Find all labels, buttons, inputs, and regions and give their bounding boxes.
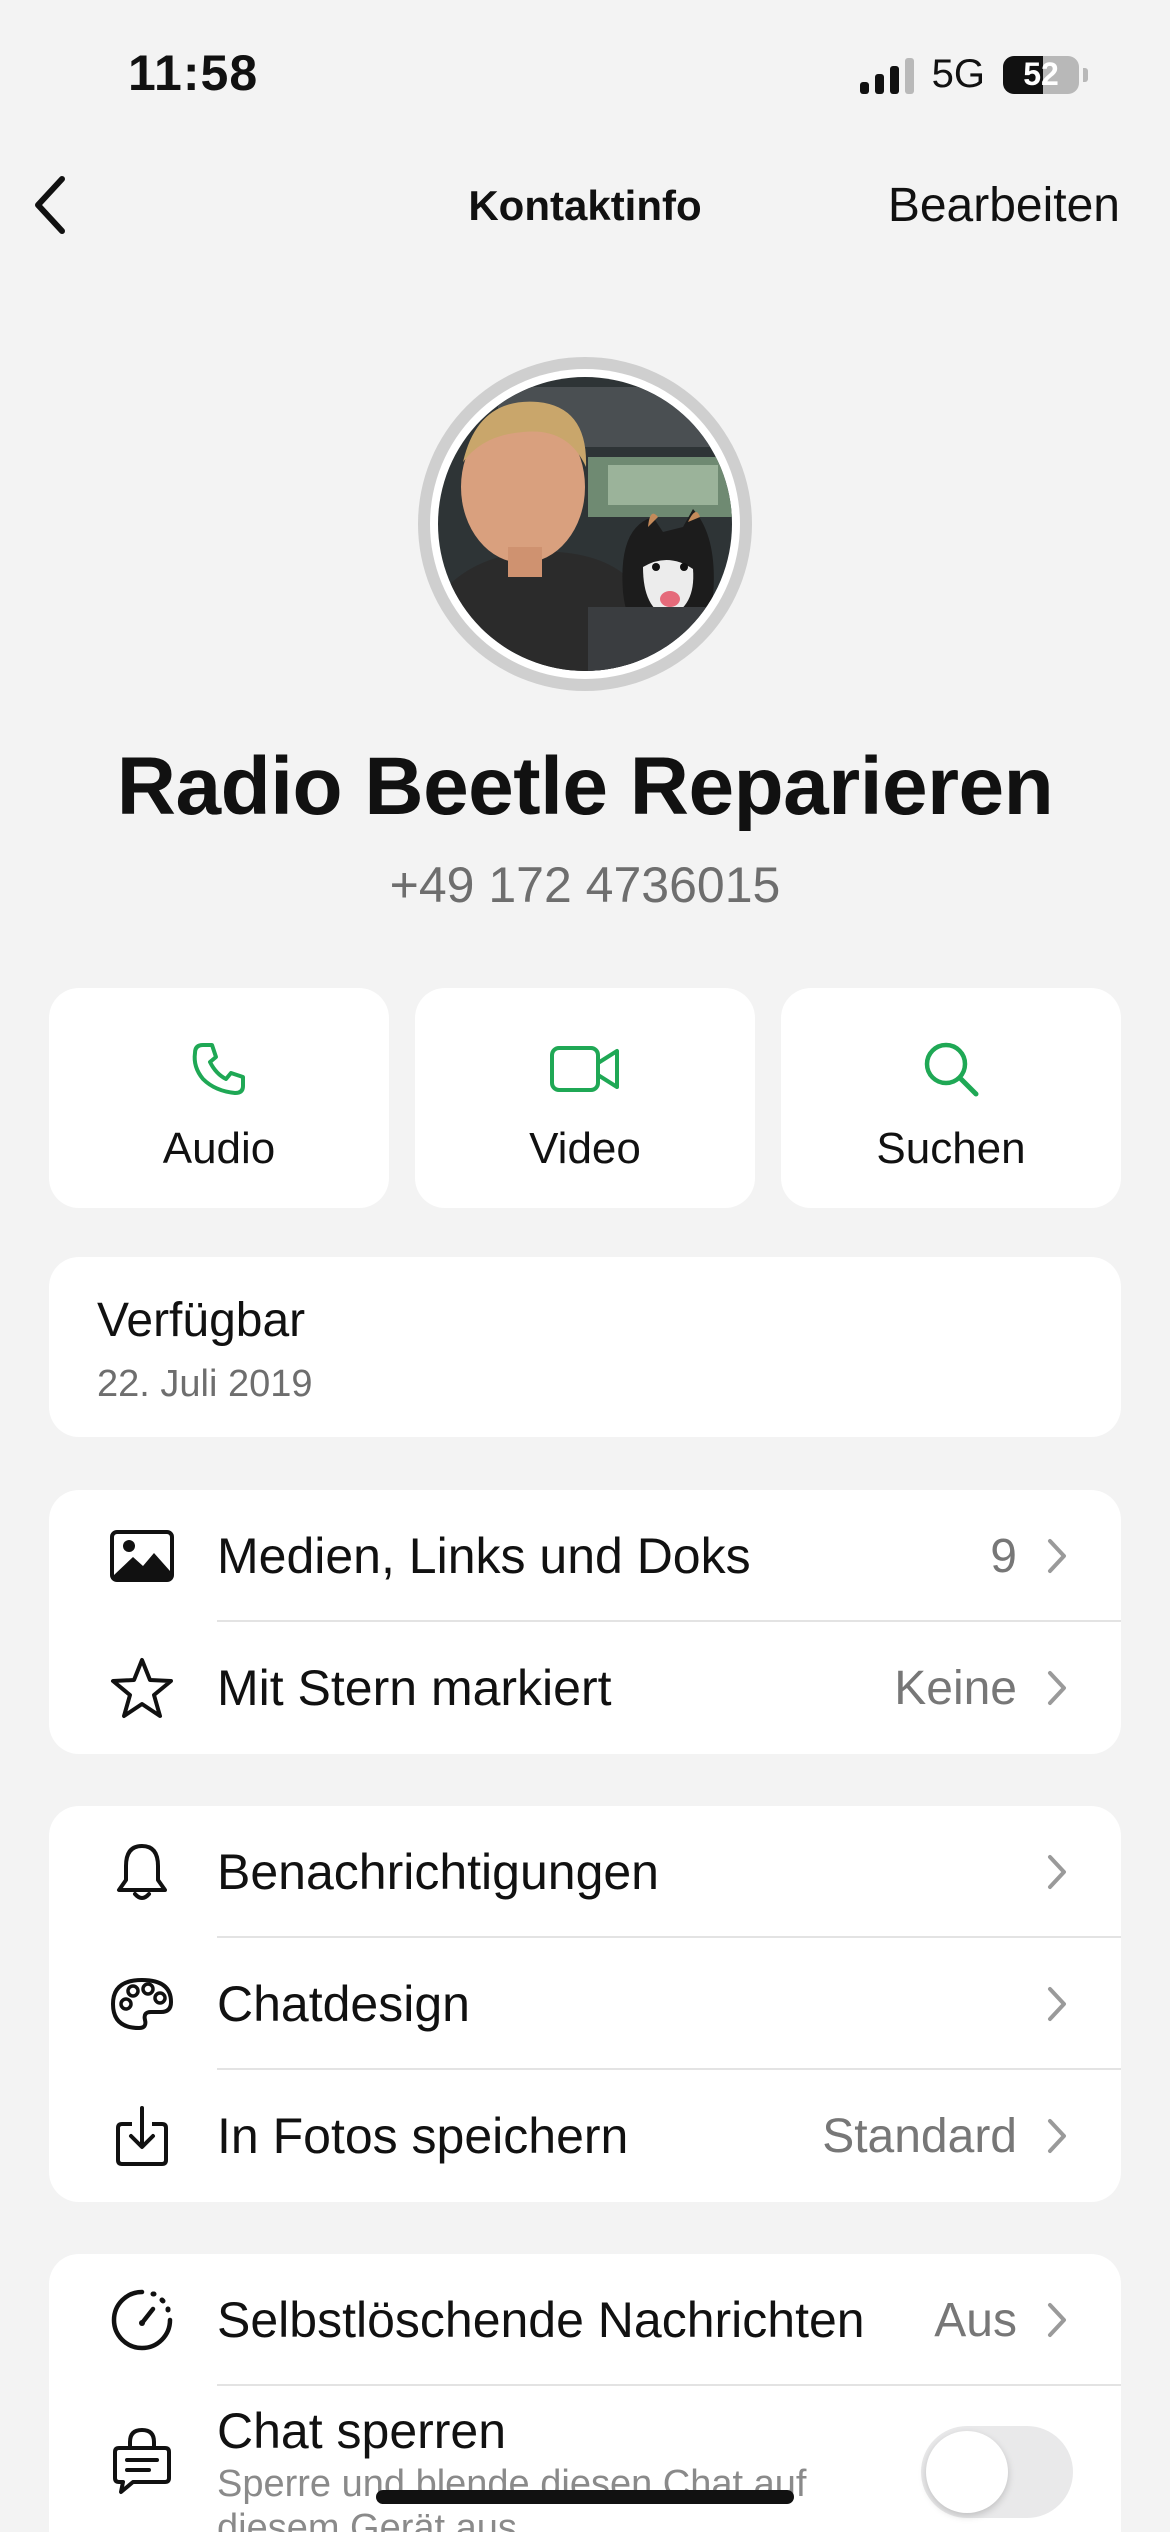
- bell-icon: [117, 1844, 167, 1900]
- save-to-photos-label: In Fotos speichern: [217, 2108, 629, 2164]
- chat-design-row[interactable]: Chatdesign: [49, 1938, 1121, 2070]
- media-card: Medien, Links und Doks 9 Mit Stern marki…: [49, 1490, 1121, 1754]
- palette-icon: [111, 1978, 173, 2030]
- chevron-right-icon: [1048, 1855, 1066, 1889]
- lock-chat-icon: [113, 2427, 171, 2494]
- chevron-right-icon: [1048, 2119, 1066, 2153]
- home-indicator[interactable]: [376, 2490, 794, 2504]
- starred-label: Mit Stern markiert: [217, 1660, 612, 1716]
- media-links-docs-row[interactable]: Medien, Links und Doks 9: [49, 1490, 1121, 1622]
- network-type: 5G: [931, 52, 985, 96]
- save-to-photos-row[interactable]: In Fotos speichern Standard: [49, 2070, 1121, 2202]
- about-status: Verfügbar: [97, 1294, 306, 1347]
- avatar-photo: [430, 369, 740, 679]
- contact-name: Radio Beetle Reparieren: [116, 741, 1054, 832]
- contact-phone[interactable]: +49 172 4736015: [0, 856, 1170, 914]
- signal-icon: [859, 56, 914, 94]
- star-icon: [111, 1658, 173, 1718]
- video-icon: [550, 1046, 619, 1092]
- timer-icon: [111, 2289, 173, 2351]
- lock-chat-label: Chat sperren: [217, 2403, 507, 2459]
- media-links-docs-label: Medien, Links und Doks: [217, 1528, 751, 1584]
- status-indicators: 5G 52: [859, 52, 1088, 97]
- disappearing-messages-row[interactable]: Selbstlöschende Nachrichten Aus: [49, 2254, 1121, 2386]
- battery-icon: 52: [1003, 55, 1079, 94]
- chat-design-label: Chatdesign: [217, 1976, 470, 2032]
- divider: [217, 2384, 1121, 2386]
- notifications-row[interactable]: Benachrichtigungen: [49, 1806, 1121, 1938]
- download-icon: [116, 2106, 168, 2166]
- chevron-right-icon: [1048, 2303, 1066, 2337]
- search-button[interactable]: Suchen: [781, 988, 1121, 1208]
- media-count: 9: [990, 1529, 1017, 1583]
- avatar[interactable]: [418, 357, 752, 691]
- chevron-right-icon: [1048, 1987, 1066, 2021]
- save-to-photos-value: Standard: [822, 2109, 1017, 2163]
- about-card[interactable]: Verfügbar 22. Juli 2019: [49, 1257, 1121, 1437]
- disappearing-messages-value: Aus: [934, 2293, 1017, 2347]
- battery-level: 52: [1023, 56, 1059, 92]
- battery-tip: [1083, 67, 1088, 82]
- notifications-label: Benachrichtigungen: [217, 1844, 659, 1900]
- video-label: Video: [529, 1124, 641, 1173]
- disappearing-messages-label: Selbstlöschende Nachrichten: [217, 2292, 865, 2348]
- chevron-right-icon: [1048, 1539, 1066, 1573]
- chevron-right-icon: [1048, 1671, 1066, 1705]
- edit-button[interactable]: Bearbeiten: [888, 178, 1120, 233]
- lock-chat-toggle[interactable]: [921, 2426, 1073, 2518]
- about-date: 22. Juli 2019: [97, 1363, 313, 1405]
- audio-call-button[interactable]: Audio: [49, 988, 389, 1208]
- profile-photo-icon: [438, 377, 732, 671]
- status-time: 11:58: [128, 45, 259, 101]
- lock-chat-icon-wrap: [105, 2424, 179, 2498]
- toggle-knob: [926, 2431, 1008, 2513]
- starred-row[interactable]: Mit Stern markiert Keine: [49, 1622, 1121, 1754]
- contact-info-screen: 11:58 5G 52 Kontaktinfo Bearbeiten Radio…: [0, 0, 1170, 2532]
- phone-icon: [192, 1043, 245, 1095]
- settings-card: Benachrichtigungen Chatdesign In Fotos s…: [49, 1806, 1121, 2202]
- search-icon: [924, 1042, 979, 1097]
- audio-label: Audio: [162, 1124, 276, 1173]
- starred-value: Keine: [894, 1661, 1017, 1715]
- search-label: Suchen: [876, 1124, 1026, 1173]
- image-icon: [110, 1530, 174, 1582]
- video-call-button[interactable]: Video: [415, 988, 755, 1208]
